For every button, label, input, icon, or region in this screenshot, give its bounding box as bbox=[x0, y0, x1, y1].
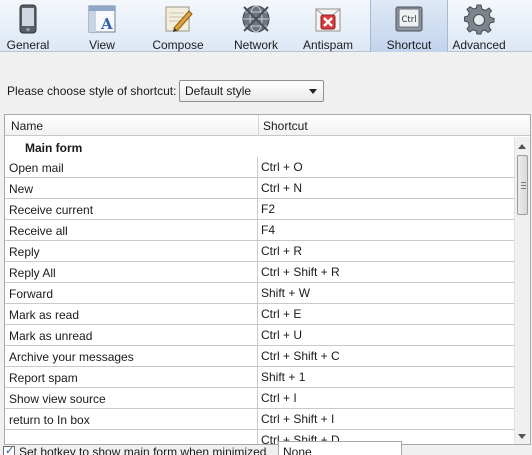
tab-compose-label: Compose bbox=[152, 38, 204, 52]
svg-text:A: A bbox=[100, 15, 113, 33]
table-row[interactable]: Open mail Ctrl + O bbox=[5, 157, 515, 178]
shortcut-style-value: Default style bbox=[185, 84, 252, 98]
table-row[interactable]: Forward Shift + W bbox=[5, 283, 515, 304]
column-header-name[interactable]: Name bbox=[11, 119, 43, 133]
tab-antispam-label: Antispam bbox=[302, 38, 354, 52]
table-row[interactable]: Reply Ctrl + R bbox=[5, 241, 515, 262]
table-row[interactable]: Receive current F2 bbox=[5, 199, 515, 220]
cell-divider bbox=[257, 388, 258, 409]
shortcut-key-cell[interactable]: Ctrl + I bbox=[261, 391, 297, 405]
table-row[interactable]: Ctrl + Shift + D bbox=[5, 430, 515, 444]
shortcut-name-cell: Receive all bbox=[9, 224, 68, 238]
tab-general-label: General bbox=[6, 38, 50, 52]
vertical-scrollbar[interactable] bbox=[514, 137, 530, 444]
tab-network-label: Network bbox=[233, 38, 278, 52]
table-row[interactable]: New Ctrl + N bbox=[5, 178, 515, 199]
cell-divider bbox=[257, 304, 258, 325]
scroll-down-arrow-icon[interactable] bbox=[518, 434, 526, 439]
tab-network[interactable]: Network bbox=[230, 0, 282, 52]
shortcut-key-cell[interactable]: Ctrl + Shift + R bbox=[261, 265, 340, 279]
shortcut-name-cell: Open mail bbox=[9, 161, 64, 175]
pencil-note-icon bbox=[165, 6, 193, 32]
shortcut-name-cell: Mark as read bbox=[9, 308, 80, 322]
shortcut-key-cell[interactable]: Ctrl + Shift + I bbox=[261, 412, 334, 426]
shortcut-name-cell: Reply bbox=[9, 245, 40, 259]
tab-advanced-label: Advanced bbox=[452, 38, 506, 52]
minimize-hotkey-checkbox[interactable] bbox=[3, 444, 15, 455]
shortcut-key-cell[interactable]: Ctrl + O bbox=[261, 160, 303, 174]
globe-icon bbox=[242, 5, 270, 33]
shortcut-key-cell[interactable]: Ctrl + N bbox=[261, 181, 302, 195]
phone-icon bbox=[19, 4, 37, 34]
tab-general[interactable]: General bbox=[0, 0, 56, 52]
gear-icon bbox=[464, 4, 495, 35]
table-row[interactable]: Show view source Ctrl + I bbox=[5, 388, 515, 409]
shortcut-key-cell[interactable]: Ctrl + E bbox=[261, 307, 301, 321]
cell-divider bbox=[257, 283, 258, 304]
column-divider[interactable] bbox=[258, 115, 259, 136]
tab-shortcut-label: Shortcut bbox=[386, 38, 432, 52]
shortcut-name-cell: return to In box bbox=[9, 413, 90, 427]
shortcut-key-cell[interactable]: Ctrl + R bbox=[261, 244, 302, 258]
cell-divider bbox=[257, 409, 258, 430]
shortcut-name-cell: Archive your messages bbox=[9, 350, 134, 364]
ctrl-key-text: Ctrl bbox=[401, 15, 416, 25]
table-row[interactable]: Archive your messages Ctrl + Shift + C bbox=[5, 346, 515, 367]
shortcut-name-cell: Forward bbox=[9, 287, 54, 301]
shortcut-table: Name Shortcut Main form Open mail Ctrl + … bbox=[4, 114, 531, 445]
cell-divider bbox=[257, 430, 258, 444]
tab-advanced[interactable]: Advanced bbox=[450, 0, 508, 52]
shortcut-name-cell: Reply All bbox=[9, 266, 56, 280]
tab-view[interactable]: A View bbox=[78, 0, 126, 52]
tab-compose[interactable]: Compose bbox=[148, 0, 208, 52]
table-body: Main form Open mail Ctrl + O New Ctrl + N Re… bbox=[5, 137, 515, 444]
scroll-thumb[interactable] bbox=[517, 155, 528, 215]
cell-divider bbox=[257, 346, 258, 367]
minimize-hotkey-input[interactable]: None bbox=[278, 441, 402, 455]
table-row[interactable]: Report spam Shift + 1 bbox=[5, 367, 515, 388]
scroll-up-arrow-icon[interactable] bbox=[518, 144, 526, 149]
cell-divider bbox=[257, 220, 258, 241]
shortcut-key-cell[interactable]: F2 bbox=[261, 202, 275, 216]
group-label: Main form bbox=[25, 141, 83, 155]
cell-divider bbox=[257, 157, 258, 178]
column-header-shortcut[interactable]: Shortcut bbox=[263, 119, 308, 133]
blocked-mail-icon bbox=[315, 8, 341, 32]
shortcut-key-cell[interactable]: Ctrl + Shift + C bbox=[261, 349, 340, 363]
shortcut-key-cell[interactable]: F4 bbox=[261, 223, 275, 237]
cell-divider bbox=[257, 367, 258, 388]
tab-antispam[interactable]: Antispam bbox=[300, 0, 356, 52]
group-row-main-form: Main form bbox=[5, 137, 515, 157]
table-row[interactable]: return to In box Ctrl + Shift + I bbox=[5, 409, 515, 430]
table-row[interactable]: Receive all F4 bbox=[5, 220, 515, 241]
preferences-toolbar: General A View Compose Network Antispam … bbox=[0, 0, 532, 52]
cell-divider bbox=[257, 325, 258, 346]
table-row[interactable]: Mark as unread Ctrl + U bbox=[5, 325, 515, 346]
table-header: Name Shortcut bbox=[5, 115, 530, 136]
cell-divider bbox=[257, 178, 258, 199]
shortcut-name-cell: Mark as unread bbox=[9, 329, 93, 343]
shortcut-name-cell: Receive current bbox=[9, 203, 94, 217]
shortcut-key-cell[interactable]: Shift + 1 bbox=[261, 370, 305, 384]
shortcut-name-cell: Report spam bbox=[9, 371, 78, 385]
cell-divider bbox=[257, 262, 258, 283]
table-row[interactable]: Mark as read Ctrl + E bbox=[5, 304, 515, 325]
shortcut-style-label: Please choose style of shortcut: bbox=[7, 84, 177, 98]
window-font-icon: A bbox=[88, 5, 116, 33]
table-row[interactable]: Reply All Ctrl + Shift + R bbox=[5, 262, 515, 283]
chevron-down-icon[interactable] bbox=[309, 89, 317, 94]
cell-divider bbox=[257, 199, 258, 220]
shortcut-style-select[interactable]: Default style bbox=[179, 80, 324, 102]
shortcut-name-cell: New bbox=[9, 182, 34, 196]
shortcut-name-cell: Show view source bbox=[9, 392, 106, 406]
shortcut-key-cell[interactable]: Shift + W bbox=[261, 286, 310, 300]
tab-shortcut[interactable]: Ctrl Shortcut bbox=[370, 0, 448, 52]
minimize-hotkey-label: Set hotkey to show main form when minimi… bbox=[19, 445, 267, 455]
cell-divider bbox=[257, 241, 258, 262]
shortcut-key-cell[interactable]: Ctrl + U bbox=[261, 328, 302, 342]
ctrl-key-icon: Ctrl bbox=[395, 6, 423, 32]
tab-view-label: View bbox=[89, 38, 115, 52]
